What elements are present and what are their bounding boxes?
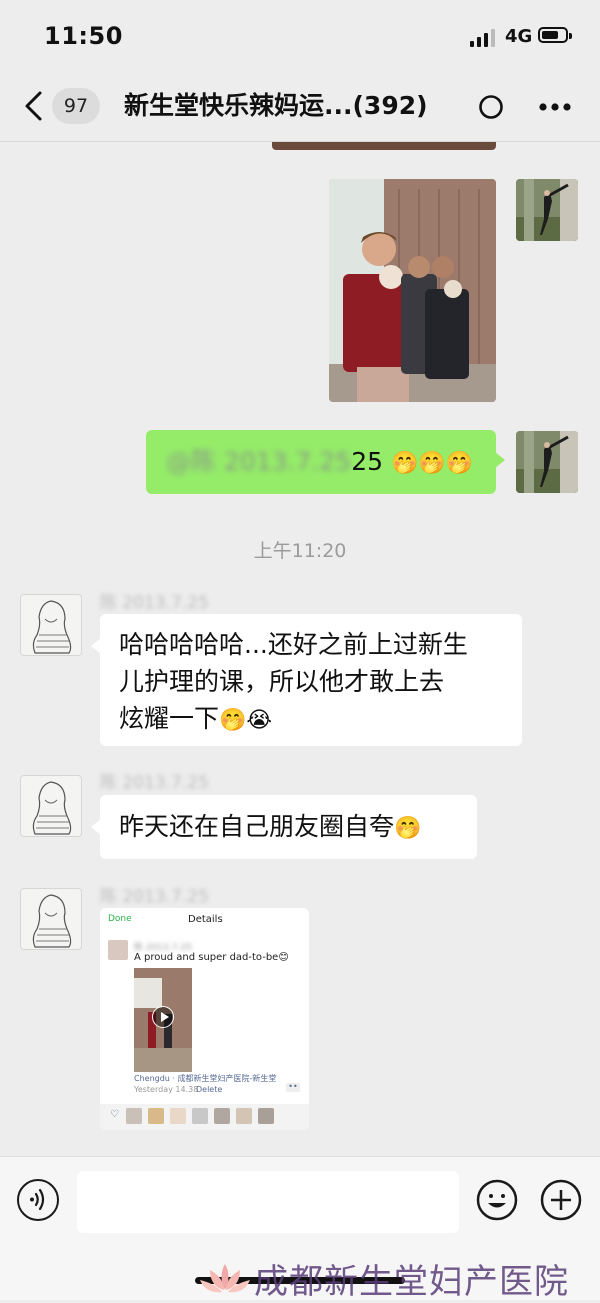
emoji-picker-icon[interactable]: [476, 1179, 518, 1221]
message-input[interactable]: [77, 1171, 459, 1233]
sender-avatar[interactable]: [20, 775, 82, 837]
heart-icon: ♡: [110, 1109, 119, 1120]
done-label: Done: [108, 914, 132, 924]
battery-icon: [538, 27, 572, 43]
liker-avatar: [236, 1108, 252, 1124]
sender-name-blurred: 陈 2013.7.25: [100, 773, 209, 793]
delete-label: Delete: [196, 1085, 223, 1094]
moment-video-thumbnail: [134, 968, 192, 1072]
photo-dads-with-dolls: [329, 179, 496, 402]
sent-text-bubble[interactable]: @陈 2013.7.2525 🤭🤭🤭: [146, 430, 505, 494]
hand-over-mouth-emoji: 🤭🤭🤭: [390, 451, 474, 476]
avatar-photo-icon: [516, 179, 578, 241]
unread-count-badge[interactable]: 97: [52, 88, 100, 124]
sketch-avatar-icon: [32, 781, 72, 835]
sender-avatar[interactable]: [20, 888, 82, 950]
message-line: 哈哈哈哈哈...还好之前上过新生: [119, 630, 468, 659]
moment-time: Yesterday 14.38: [134, 1085, 199, 1094]
liker-avatar: [214, 1108, 230, 1124]
sketch-avatar-icon: [32, 894, 72, 948]
liker-avatar: [192, 1108, 208, 1124]
received-text-bubble[interactable]: 昨天还在自己朋友圈自夸🤭: [91, 795, 477, 859]
avatar-photo-icon: [516, 431, 578, 493]
add-more-icon[interactable]: [540, 1179, 582, 1221]
play-icon: [152, 1006, 174, 1028]
network-type: 4G: [505, 26, 533, 47]
voice-wave-icon: [30, 1188, 45, 1211]
sketch-avatar-icon: [32, 600, 72, 654]
sender-name-blurred: 陈 2013.7.25: [100, 887, 209, 907]
details-label: Details: [188, 914, 223, 925]
more-options-icon[interactable]: [538, 102, 572, 112]
sender-avatar[interactable]: [20, 594, 82, 656]
watermark-text: 成都新生堂妇产医院: [254, 1261, 569, 1302]
message-line: 炫耀一下: [119, 704, 220, 733]
liker-avatar: [126, 1108, 142, 1124]
lotus-logo-icon: [200, 1264, 250, 1293]
laugh-emoji: 🤭😭: [219, 708, 273, 733]
hospital-watermark: 成都新生堂妇产医院: [196, 1256, 569, 1302]
sender-name-blurred: 陈 2013.7.25: [100, 593, 209, 613]
mention-blurred: @陈 2013.7.25: [166, 447, 352, 476]
message-line: 儿护理的课，所以他才敢上去: [119, 667, 445, 696]
my-avatar[interactable]: [516, 431, 578, 493]
moment-location: Chengdu · 成都新生堂妇产医院-新生堂: [134, 1074, 277, 1083]
loading-circle-icon: [479, 95, 503, 119]
likes-row: ♡: [100, 1104, 309, 1130]
sent-photo-message[interactable]: [329, 179, 496, 402]
mention-tail: 25: [351, 447, 383, 476]
liker-avatar: [170, 1108, 186, 1124]
my-avatar[interactable]: [516, 179, 578, 241]
back-chevron-icon[interactable]: [22, 90, 48, 122]
chat-header: 97 新生堂快乐辣妈运...(392): [0, 72, 600, 142]
chat-title: 新生堂快乐辣妈运...(392): [124, 91, 428, 120]
hand-over-mouth-emoji: 🤭: [394, 816, 422, 841]
message-timestamp: 上午11:20: [253, 540, 347, 562]
previous-image-edge[interactable]: [272, 142, 496, 150]
moment-caption: A proud and super dad-to-be😊: [134, 952, 289, 963]
poster-avatar: [108, 940, 128, 960]
received-text-bubble[interactable]: 哈哈哈哈哈...还好之前上过新生 儿护理的课，所以他才敢上去 炫耀一下🤭😭: [91, 614, 522, 746]
more-dots-label: ••: [286, 1083, 300, 1092]
cellular-signal-icon: [470, 29, 496, 47]
liker-avatar: [148, 1108, 164, 1124]
liker-avatar: [258, 1108, 274, 1124]
voice-input-button[interactable]: [17, 1179, 59, 1221]
message-text: 昨天还在自己朋友圈自夸: [119, 812, 395, 841]
status-bar: 11:50 4G: [0, 0, 600, 72]
status-time: 11:50: [44, 22, 123, 50]
moments-screenshot-image[interactable]: Done Details 陈 2013.7.25 A proud and sup…: [100, 908, 309, 1130]
